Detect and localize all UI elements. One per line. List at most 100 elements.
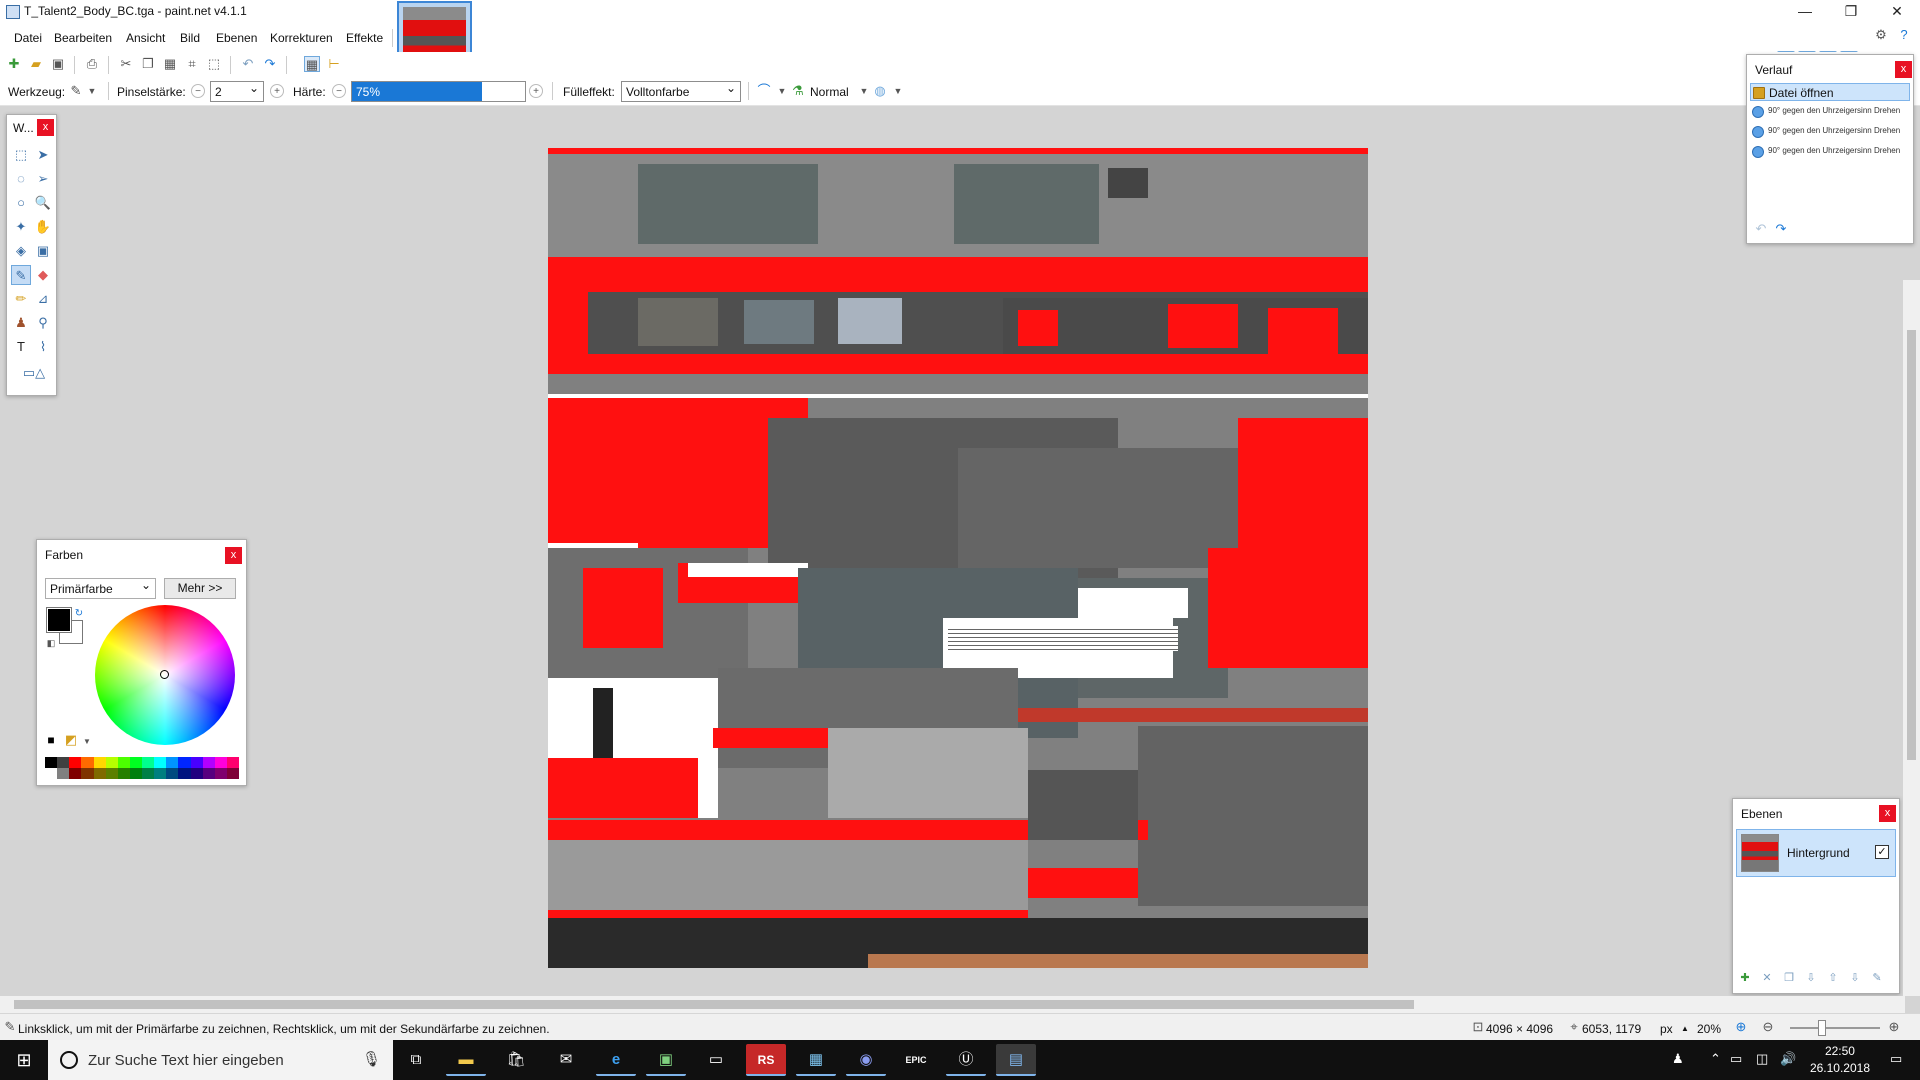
palette-swatch[interactable] (117, 768, 130, 779)
rectangle-select-icon[interactable]: ⬚ (11, 145, 31, 165)
blend-mode-icon[interactable]: ⚗ (790, 83, 806, 99)
cut-icon[interactable]: ✂ (118, 56, 134, 72)
store-icon[interactable]: 🛍 (496, 1044, 536, 1076)
ellipse-select-icon[interactable]: ○ (11, 193, 31, 213)
unit-select[interactable]: px (1660, 1022, 1673, 1036)
taskbar-search[interactable]: Zur Suche Text hier eingeben 🎙 (48, 1040, 393, 1080)
zoom-in-icon[interactable]: ⊕ (1886, 1019, 1902, 1035)
fill-select[interactable]: Volltonfarbe (621, 81, 741, 102)
move-layer-up-icon[interactable]: ⇧ (1825, 971, 1841, 987)
undo-icon[interactable]: ↶ (240, 56, 256, 72)
palette-swatch[interactable] (190, 768, 203, 779)
menu-datei[interactable]: Datei (14, 31, 42, 45)
palette-swatch[interactable] (226, 757, 239, 768)
zoom-out-icon[interactable]: ⊖ (1760, 1019, 1776, 1035)
close-icon[interactable]: x (1879, 805, 1896, 822)
palette-swatch[interactable] (69, 768, 82, 779)
decrease-icon[interactable]: − (191, 84, 205, 98)
palette-swatch[interactable] (81, 757, 94, 768)
zoom-slider-track[interactable] (1790, 1027, 1880, 1029)
deselect-icon[interactable]: ⬚ (206, 56, 222, 72)
line-curve-icon[interactable]: ⌇ (33, 337, 53, 357)
copy-icon[interactable]: ❐ (140, 56, 156, 72)
decrease-icon[interactable]: − (332, 84, 346, 98)
open-folder-icon[interactable]: ▰ (28, 56, 44, 72)
vertical-scroll-thumb[interactable] (1907, 330, 1916, 760)
new-file-icon[interactable]: ✚ (6, 56, 22, 72)
redo-icon[interactable]: ↷ (1773, 221, 1789, 237)
microphone-icon[interactable]: 🎙 (362, 1050, 381, 1068)
color-wheel[interactable] (95, 605, 235, 745)
text-icon[interactable]: T (11, 337, 31, 357)
move-layer-down-icon[interactable]: ⇩ (1847, 971, 1863, 987)
selection-mode-icon[interactable]: ◍ (872, 83, 888, 99)
palette-swatch[interactable] (129, 757, 142, 768)
delete-layer-icon[interactable]: ✕ (1759, 971, 1775, 987)
magic-wand-icon[interactable]: ✦ (11, 217, 31, 237)
palette-swatch[interactable] (190, 757, 203, 768)
history-item-rotate[interactable]: 90° gegen den Uhrzeigersinn Drehen (1750, 123, 1910, 141)
palette-swatch[interactable] (93, 768, 106, 779)
battery-icon[interactable]: ▭ (1730, 1051, 1742, 1067)
palette-swatch[interactable] (178, 768, 191, 779)
save-icon[interactable]: ▣ (50, 56, 66, 72)
move-selection-icon[interactable]: ➤ (33, 145, 53, 165)
close-button[interactable]: ✕ (1874, 0, 1920, 22)
mail-icon[interactable]: ✉ (546, 1044, 586, 1076)
notification-icon[interactable]: ▭ (1890, 1051, 1902, 1067)
antialiasing-icon[interactable]: ⌒ (756, 83, 772, 99)
chevron-down-icon[interactable]: ▼ (856, 83, 872, 99)
blend-mode-value[interactable]: Normal (810, 85, 849, 99)
color-wheel-marker[interactable] (160, 670, 169, 679)
chevron-down-icon[interactable]: ▼ (774, 83, 790, 99)
palette-swatch[interactable] (69, 757, 82, 768)
palette-swatch[interactable] (214, 768, 227, 779)
palette-swatch[interactable] (202, 768, 215, 779)
palette-swatch[interactable] (117, 757, 130, 768)
recolor-icon[interactable]: ⚲ (33, 313, 53, 333)
palette-swatch[interactable] (57, 757, 70, 768)
railworks-icon[interactable]: RS (746, 1044, 786, 1076)
task-view-icon[interactable]: ⧉ (396, 1044, 436, 1076)
duplicate-layer-icon[interactable]: ❐ (1781, 971, 1797, 987)
palette-swatch[interactable] (129, 768, 142, 779)
zoom-fit-icon[interactable]: ⊕ (1733, 1019, 1749, 1035)
taskbar-clock[interactable]: 22:50 26.10.2018 (1810, 1043, 1870, 1077)
palette-swatch[interactable] (93, 757, 106, 768)
file-explorer-icon[interactable]: ▬ (446, 1044, 486, 1076)
palette-swatch[interactable] (214, 757, 227, 768)
primary-color-swatch[interactable] (46, 607, 72, 633)
grid-icon[interactable]: ▦ (304, 56, 320, 72)
vertical-scrollbar[interactable] (1903, 280, 1920, 996)
palette-swatch[interactable] (45, 757, 58, 768)
paint-bucket-icon[interactable]: ◈ (11, 241, 31, 261)
paste-icon[interactable]: ▦ (162, 56, 178, 72)
menu-bild[interactable]: Bild (180, 31, 200, 45)
gradient-icon[interactable]: ▣ (33, 241, 53, 261)
gear-icon[interactable]: ⚙ (1873, 27, 1889, 43)
volume-icon[interactable]: 🔊 (1780, 1051, 1796, 1067)
palette-swatch[interactable] (154, 757, 167, 768)
chevron-up-icon[interactable]: ▲ (1681, 1024, 1689, 1033)
palette-swatch[interactable] (105, 757, 118, 768)
paintbrush-icon[interactable]: ✎ (68, 83, 84, 99)
eraser-icon[interactable]: ◆ (33, 265, 53, 285)
zoom-level[interactable]: 20% (1697, 1022, 1721, 1036)
history-item-open[interactable]: Datei öffnen (1750, 83, 1910, 101)
increase-icon[interactable]: + (270, 84, 284, 98)
undo-icon[interactable]: ↶ (1753, 221, 1769, 237)
menu-ansicht[interactable]: Ansicht (126, 31, 165, 45)
move-selected-icon[interactable]: ➢ (33, 169, 53, 189)
palette-swatch[interactable] (154, 768, 167, 779)
system-monitor-icon[interactable]: ▣ (646, 1044, 686, 1076)
utility-app-icon[interactable]: ▦ (796, 1044, 836, 1076)
menu-bearbeiten[interactable]: Bearbeiten (54, 31, 112, 45)
chevron-down-icon[interactable]: ▼ (84, 83, 100, 99)
close-icon[interactable]: x (37, 119, 54, 136)
history-item-rotate[interactable]: 90° gegen den Uhrzeigersinn Drehen (1750, 103, 1910, 121)
windows-start-icon[interactable]: ⊞ (0, 1040, 48, 1080)
merge-layer-icon[interactable]: ⇩ (1803, 971, 1819, 987)
increase-icon[interactable]: + (529, 84, 543, 98)
add-to-palette-icon[interactable]: ■ (43, 732, 59, 748)
people-icon[interactable]: ♟ (1672, 1051, 1684, 1067)
